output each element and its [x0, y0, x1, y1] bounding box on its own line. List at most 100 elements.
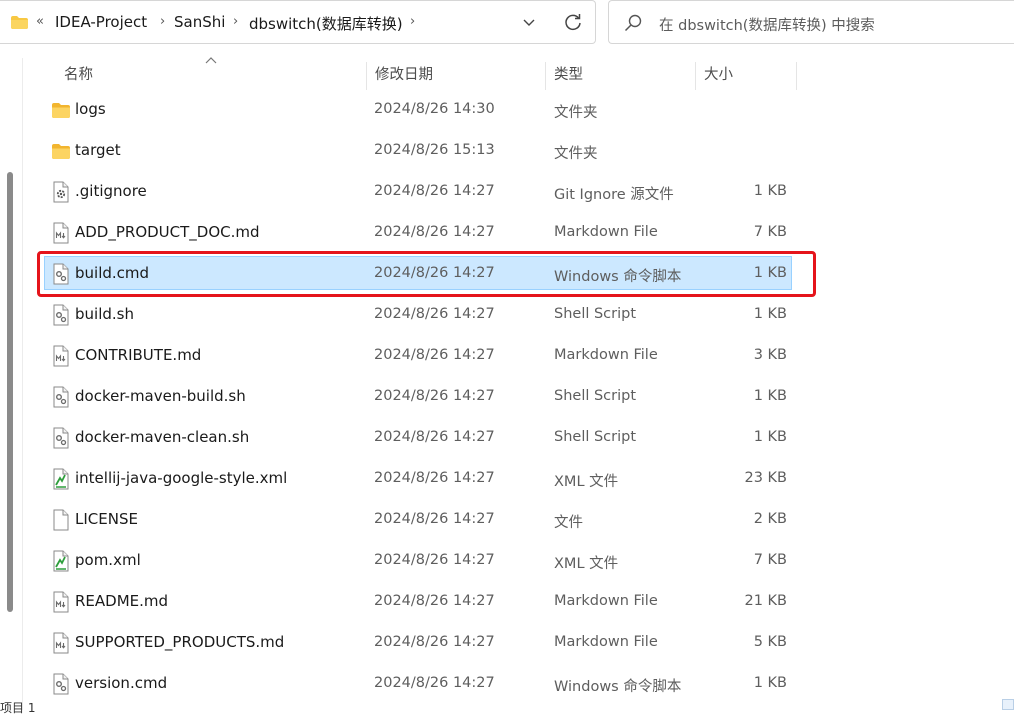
settings-file-icon: [51, 181, 71, 203]
file-date-modified: 2024/8/26 14:27: [374, 470, 495, 486]
file-type: Windows 命令脚本: [554, 679, 682, 695]
column-header-name[interactable]: 名称: [56, 62, 367, 90]
file-date-modified: 2024/8/26 14:27: [374, 224, 495, 240]
file-type: 文件: [554, 515, 583, 531]
file-name: ADD_PRODUCT_DOC.md: [75, 223, 260, 241]
navigation-scrollbar[interactable]: [7, 172, 13, 612]
file-size: 1 KB: [753, 183, 787, 199]
file-size: 23 KB: [744, 470, 787, 486]
file-name: intellij-java-google-style.xml: [75, 469, 288, 487]
file-type: 文件夹: [554, 105, 598, 121]
file-date-modified: 2024/8/26 14:27: [374, 306, 495, 322]
file-date-modified: 2024/8/26 14:30: [374, 101, 495, 117]
file-type: XML 文件: [554, 556, 619, 572]
file-date-modified: 2024/8/26 14:27: [374, 634, 495, 650]
search-icon: [624, 14, 642, 32]
file-row[interactable]: README.md 2024/8/26 14:27 Markdown File 21 …: [44, 584, 792, 618]
file-row[interactable]: version.cmd 2024/8/26 14:27 Windows 命令脚本 1 …: [44, 666, 792, 700]
file-date-modified: 2024/8/26 14:27: [374, 552, 495, 568]
file-date-modified: 2024/8/26 14:27: [374, 388, 495, 404]
file-name: docker-maven-build.sh: [75, 387, 246, 405]
file-type: XML 文件: [554, 474, 619, 490]
blank-file-icon: [51, 509, 71, 531]
file-date-modified: 2024/8/26 14:27: [374, 675, 495, 691]
breadcrumb-item[interactable]: SanShi: [174, 13, 225, 31]
markdown-file-icon: [51, 222, 71, 244]
breadcrumb-separator[interactable]: ›: [233, 14, 238, 29]
file-date-modified: 2024/8/26 14:27: [374, 347, 495, 363]
file-type: 文件夹: [554, 146, 598, 162]
file-date-modified: 2024/8/26 15:13: [374, 142, 495, 158]
breadcrumb-overflow[interactable]: «: [36, 14, 44, 29]
markdown-file-icon: [51, 591, 71, 613]
column-header-size[interactable]: 大小: [696, 62, 797, 90]
file-size: 2 KB: [753, 511, 787, 527]
file-row[interactable]: SUPPORTED_PRODUCTS.md 2024/8/26 14:27 Mark…: [44, 625, 792, 659]
chevron-down-icon[interactable]: [521, 14, 537, 30]
folder-icon: [11, 16, 28, 29]
refresh-icon[interactable]: [563, 12, 583, 32]
file-date-modified: 2024/8/26 14:27: [374, 429, 495, 445]
search-box[interactable]: 在 dbswitch(数据库转换) 中搜索: [608, 0, 1014, 44]
column-header-date[interactable]: 修改日期: [367, 62, 546, 90]
file-name: logs: [75, 100, 106, 118]
file-row[interactable]: docker-maven-clean.sh 2024/8/26 14:27 Shel…: [44, 420, 792, 454]
column-header-type[interactable]: 类型: [546, 62, 696, 90]
file-date-modified: 2024/8/26 14:27: [374, 593, 495, 609]
file-type: Markdown File: [554, 224, 658, 240]
file-row[interactable]: build.sh 2024/8/26 14:27 Shell Script 1 KB: [44, 297, 792, 331]
script-file-icon: [51, 386, 71, 408]
file-type: Markdown File: [554, 593, 658, 609]
file-type: Git Ignore 源文件: [554, 187, 674, 203]
script-file-icon: [51, 427, 71, 449]
file-row[interactable]: target 2024/8/26 15:13 文件夹: [44, 133, 792, 167]
search-input[interactable]: 在 dbswitch(数据库转换) 中搜索: [659, 14, 875, 35]
file-row[interactable]: pom.xml 2024/8/26 14:27 XML 文件 7 KB: [44, 543, 792, 577]
annotation-highlight: [37, 251, 816, 297]
xml-file-icon: [51, 468, 71, 490]
file-name: pom.xml: [75, 551, 141, 569]
file-row[interactable]: CONTRIBUTE.md 2024/8/26 14:27 Markdown Fil…: [44, 338, 792, 372]
file-size: 3 KB: [753, 347, 787, 363]
file-type: Shell Script: [554, 388, 637, 404]
file-row[interactable]: LICENSE 2024/8/26 14:27 文件 2 KB: [44, 502, 792, 536]
folder-icon: [51, 140, 71, 162]
file-row[interactable]: .gitignore 2024/8/26 14:27 Git Ignore 源文件 1…: [44, 174, 792, 208]
pane-divider: [22, 58, 23, 710]
file-size: 7 KB: [753, 224, 787, 240]
file-size: 7 KB: [753, 552, 787, 568]
breadcrumb-separator[interactable]: ›: [160, 14, 165, 29]
xml-file-icon: [51, 550, 71, 572]
file-name: docker-maven-clean.sh: [75, 428, 250, 446]
file-name: build.sh: [75, 305, 134, 323]
file-name: target: [75, 141, 121, 159]
file-name: CONTRIBUTE.md: [75, 346, 202, 364]
file-row[interactable]: docker-maven-build.sh 2024/8/26 14:27 Shel…: [44, 379, 792, 413]
view-toggle[interactable]: [1002, 699, 1014, 710]
file-name: .gitignore: [75, 182, 147, 200]
markdown-file-icon: [51, 632, 71, 654]
file-name: SUPPORTED_PRODUCTS.md: [75, 633, 285, 651]
script-file-icon: [51, 673, 71, 695]
file-type: Shell Script: [554, 429, 637, 445]
breadcrumb-item-current[interactable]: dbswitch(数据库转换): [249, 13, 403, 34]
file-size: 21 KB: [744, 593, 787, 609]
file-type: Markdown File: [554, 347, 658, 363]
markdown-file-icon: [51, 345, 71, 367]
file-row[interactable]: ADD_PRODUCT_DOC.md 2024/8/26 14:27 Markdow…: [44, 215, 792, 249]
breadcrumb-separator[interactable]: ›: [410, 14, 415, 29]
file-date-modified: 2024/8/26 14:27: [374, 183, 495, 199]
file-type: Shell Script: [554, 306, 637, 322]
breadcrumb-item[interactable]: IDEA-Project: [55, 13, 147, 31]
file-row[interactable]: logs 2024/8/26 14:30 文件夹: [44, 92, 792, 126]
file-row[interactable]: intellij-java-google-style.xml 2024/8/26 …: [44, 461, 792, 495]
file-type: Markdown File: [554, 634, 658, 650]
file-name: LICENSE: [75, 510, 138, 528]
file-size: 1 KB: [753, 306, 787, 322]
script-file-icon: [51, 304, 71, 326]
file-size: 5 KB: [753, 634, 787, 650]
folder-icon: [51, 99, 71, 121]
file-date-modified: 2024/8/26 14:27: [374, 511, 495, 527]
address-bar[interactable]: « IDEA-Project › SanShi › dbswitch(数据库转换…: [0, 0, 596, 44]
file-size: 1 KB: [753, 675, 787, 691]
